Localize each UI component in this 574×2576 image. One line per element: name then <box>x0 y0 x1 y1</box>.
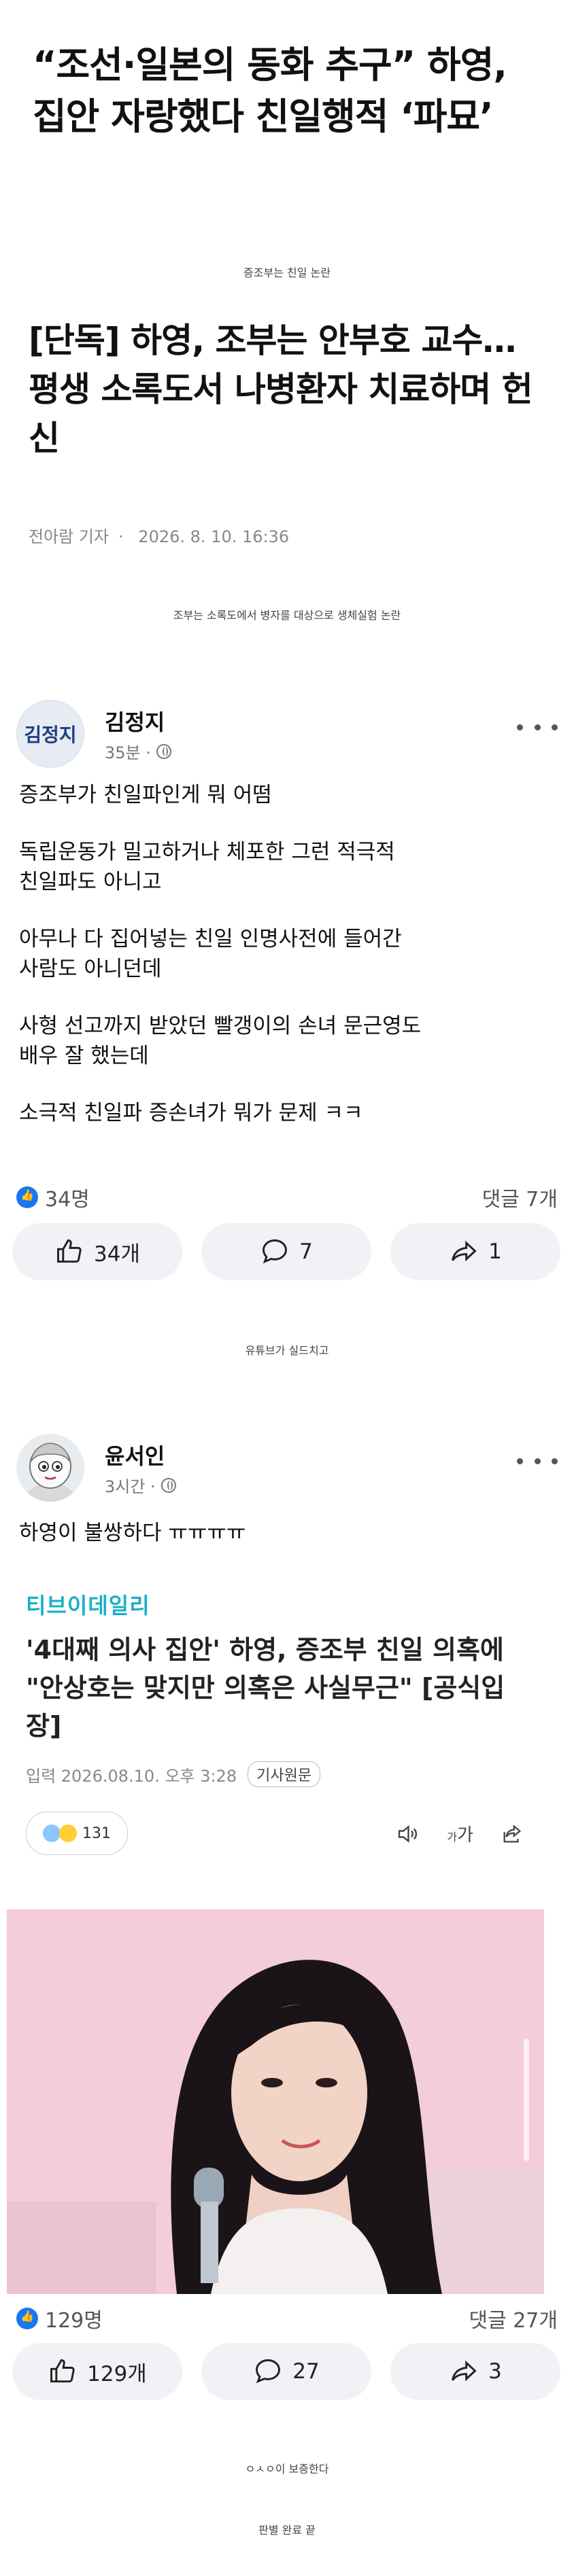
caption-note-5: 판별 완료 끝 <box>258 2524 316 2537</box>
post2-reaction-count[interactable]: 129명 <box>45 2304 103 2333</box>
headline-2: [단독] 하영, 조부는 안부호 교수… 평생 소록도서 나병환자 치료하며 헌… <box>29 321 533 458</box>
globe-icon <box>156 743 171 759</box>
thumbs-up-icon <box>50 2359 75 2383</box>
post1-paragraph: 사형 선고까지 받았던 빨갱이의 손녀 문근영도 배우 잘 했는데 <box>19 1014 422 1068</box>
article-date: 입력 2026.08.10. 오후 3:28 <box>26 1766 237 1786</box>
like-reaction-icon <box>16 2308 38 2329</box>
more-options-icon[interactable] <box>517 719 558 735</box>
post1-paragraph: 소극적 친일파 증손녀가 뭐가 문제 ㅋㅋ <box>19 1101 363 1125</box>
post2-meta: 3시간 · <box>105 1473 176 1497</box>
post1-paragraph: 아무나 다 집어넣는 친일 인명사전에 들어간 사람도 아니던데 <box>19 927 402 981</box>
post1-comment-button[interactable]: 7 <box>201 1223 371 1280</box>
laugh-emoji-icon <box>59 1824 77 1842</box>
byline-author: 전아람 기자 <box>29 527 109 546</box>
article-meta: 입력 2026.08.10. 오후 3:28 기사원문 <box>26 1761 321 1787</box>
post2-comment-button[interactable]: 27 <box>201 2343 371 2400</box>
article-title[interactable]: '4대째 의사 집안' 하영, 증조부 친일 의혹에 "안상호는 맞지만 의혹은… <box>26 1631 529 1745</box>
shared-article-card[interactable]: 티브이데일리 '4대째 의사 집안' 하영, 증조부 친일 의혹에 "안상호는 … <box>7 1583 544 1903</box>
post2-header: 윤서인 3시간 · <box>16 1434 558 1508</box>
article-photo[interactable] <box>7 1909 544 2294</box>
post2-comment-count[interactable]: 댓글 27개 <box>469 2304 558 2333</box>
globe-icon <box>161 1477 176 1493</box>
article-brand: 티브이데일리 <box>26 1593 150 1619</box>
post2-like-label: 129개 <box>87 2361 147 2386</box>
post2-avatar[interactable] <box>16 1434 84 1502</box>
byline: 전아람 기자 · 2026. 8. 10. 16:36 <box>29 523 299 547</box>
byline-sep: · <box>118 527 124 546</box>
post1-time: 35분 · <box>105 743 151 762</box>
post2-like-button[interactable]: 129개 <box>12 2343 182 2400</box>
share-box-icon[interactable] <box>501 1822 524 1846</box>
byline-date: 2026. 8. 10. 16:36 <box>138 527 290 546</box>
post1-comment-count[interactable]: 댓글 7개 <box>482 1182 558 1212</box>
cartoon-avatar-icon <box>16 1434 84 1502</box>
caption-note-2: 조부는 소록도에서 병자를 대상으로 생체실험 논란 <box>173 609 401 622</box>
post1-share-button[interactable]: 1 <box>390 1223 560 1280</box>
article-original-badge[interactable]: 기사원문 <box>248 1761 321 1787</box>
post1-reaction-summary: 34명 댓글 7개 <box>16 1182 558 1212</box>
post2-text: 하영이 불쌍하다 ㅠㅠㅠㅠ <box>19 1521 246 1545</box>
post2-reaction-summary: 129명 댓글 27개 <box>16 2304 558 2333</box>
post2-body: 하영이 불쌍하다 ㅠㅠㅠㅠ <box>19 1518 550 1548</box>
post1-comment-label: 7 <box>299 1239 313 1264</box>
more-options-icon[interactable] <box>517 1453 558 1469</box>
post1-like-label: 34개 <box>94 1241 140 1267</box>
post1-reaction-count[interactable]: 34명 <box>45 1182 90 1212</box>
caption-note-4: ㅇㅅㅇ이 보증한다 <box>245 2463 329 2475</box>
post1-meta: 35분 · <box>105 739 171 763</box>
like-reaction-icon <box>16 1186 38 1208</box>
woman-portrait-image <box>7 1909 544 2294</box>
surprised-emoji-icon <box>43 1824 61 1842</box>
article-reaction-count: 131 <box>82 1824 111 1842</box>
post1-avatar[interactable]: 김정지 <box>16 700 84 768</box>
caption-note-1: 증조부는 친일 논란 <box>243 266 331 279</box>
post2-author-name[interactable]: 윤서인 <box>105 1439 165 1470</box>
share-arrow-icon <box>452 1240 477 1262</box>
font-size-label: 가 <box>457 1825 473 1846</box>
post1-paragraph: 증조부가 친일파인게 뭐 어떰 <box>19 783 272 807</box>
thumbs-up-icon <box>57 1239 82 1263</box>
post1-author-name[interactable]: 김정지 <box>105 705 165 737</box>
avatar-label: 김정지 <box>24 724 77 746</box>
post1-header: 김정지 김정지 35분 · <box>16 700 558 775</box>
speaker-icon[interactable] <box>395 1822 420 1846</box>
article-toolbar: 가가 <box>395 1821 524 1846</box>
post2-time: 3시간 · <box>105 1477 156 1496</box>
article-reaction-pill[interactable]: 131 <box>26 1812 128 1855</box>
post1-share-label: 1 <box>488 1239 502 1264</box>
comment-bubble-icon <box>256 2359 281 2384</box>
post1-paragraph: 독립운동가 밀고하거나 체포한 그런 적극적 친일파도 아니고 <box>19 840 395 894</box>
headline-1: “조선·일본의 동화 추구” 하영, 집안 자랑했다 친일행적 ‘파묘’ <box>33 43 507 138</box>
post1-like-button[interactable]: 34개 <box>12 1223 182 1280</box>
post2-comment-label: 27 <box>292 2359 320 2384</box>
post2-share-label: 3 <box>488 2359 502 2384</box>
comment-bubble-icon <box>263 1239 288 1264</box>
caption-note-3: 유튜브가 실드치고 <box>245 1344 329 1357</box>
font-size-button[interactable]: 가가 <box>447 1821 473 1846</box>
post1-body: 증조부가 친일파인게 뭐 어떰 독립운동가 밀고하거나 체포한 그런 적극적 친… <box>19 780 550 1155</box>
post2-share-button[interactable]: 3 <box>390 2343 560 2400</box>
share-arrow-icon <box>452 2360 477 2382</box>
